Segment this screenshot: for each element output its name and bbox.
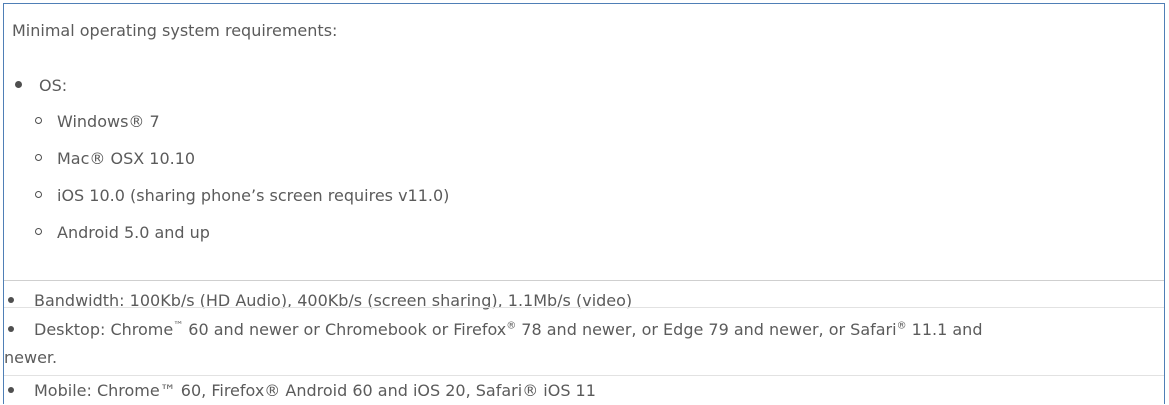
divider [4,375,1164,376]
mobile-item: Mobile: Chrome™ 60, Firefox® Android 60 … [4,378,596,404]
os-list-item: OS: [12,73,67,99]
list-item: Android 5.0 and up [35,220,449,257]
bullet-icon [8,296,14,303]
list-item: iOS 10.0 (sharing phone’s screen require… [35,183,449,220]
requirements-panel: Minimal operating system requirements: O… [3,3,1165,404]
intro-text: Minimal operating system requirements: [12,21,338,40]
circle-bullet-icon [35,191,42,198]
divider [4,307,1164,308]
circle-bullet-icon [35,228,42,235]
desktop-item: Desktop: Chrome™ 60 and newer or Chromeb… [4,317,982,343]
list-item: Windows® 7 [35,109,449,146]
os-label: OS: [39,76,68,95]
os-sub-list: Windows® 7 Mac® OSX 10.10 iOS 10.0 (shar… [35,109,449,257]
bullet-icon [15,81,22,88]
desktop-item-wrap: newer. [4,348,58,367]
list-item: Mac® OSX 10.10 [35,146,449,183]
circle-bullet-icon [35,154,42,161]
circle-bullet-icon [35,117,42,124]
divider [4,280,1164,281]
bullet-icon [8,325,14,332]
bullet-icon [8,386,14,393]
bandwidth-item: Bandwidth: 100Kb/s (HD Audio), 400Kb/s (… [4,288,632,314]
